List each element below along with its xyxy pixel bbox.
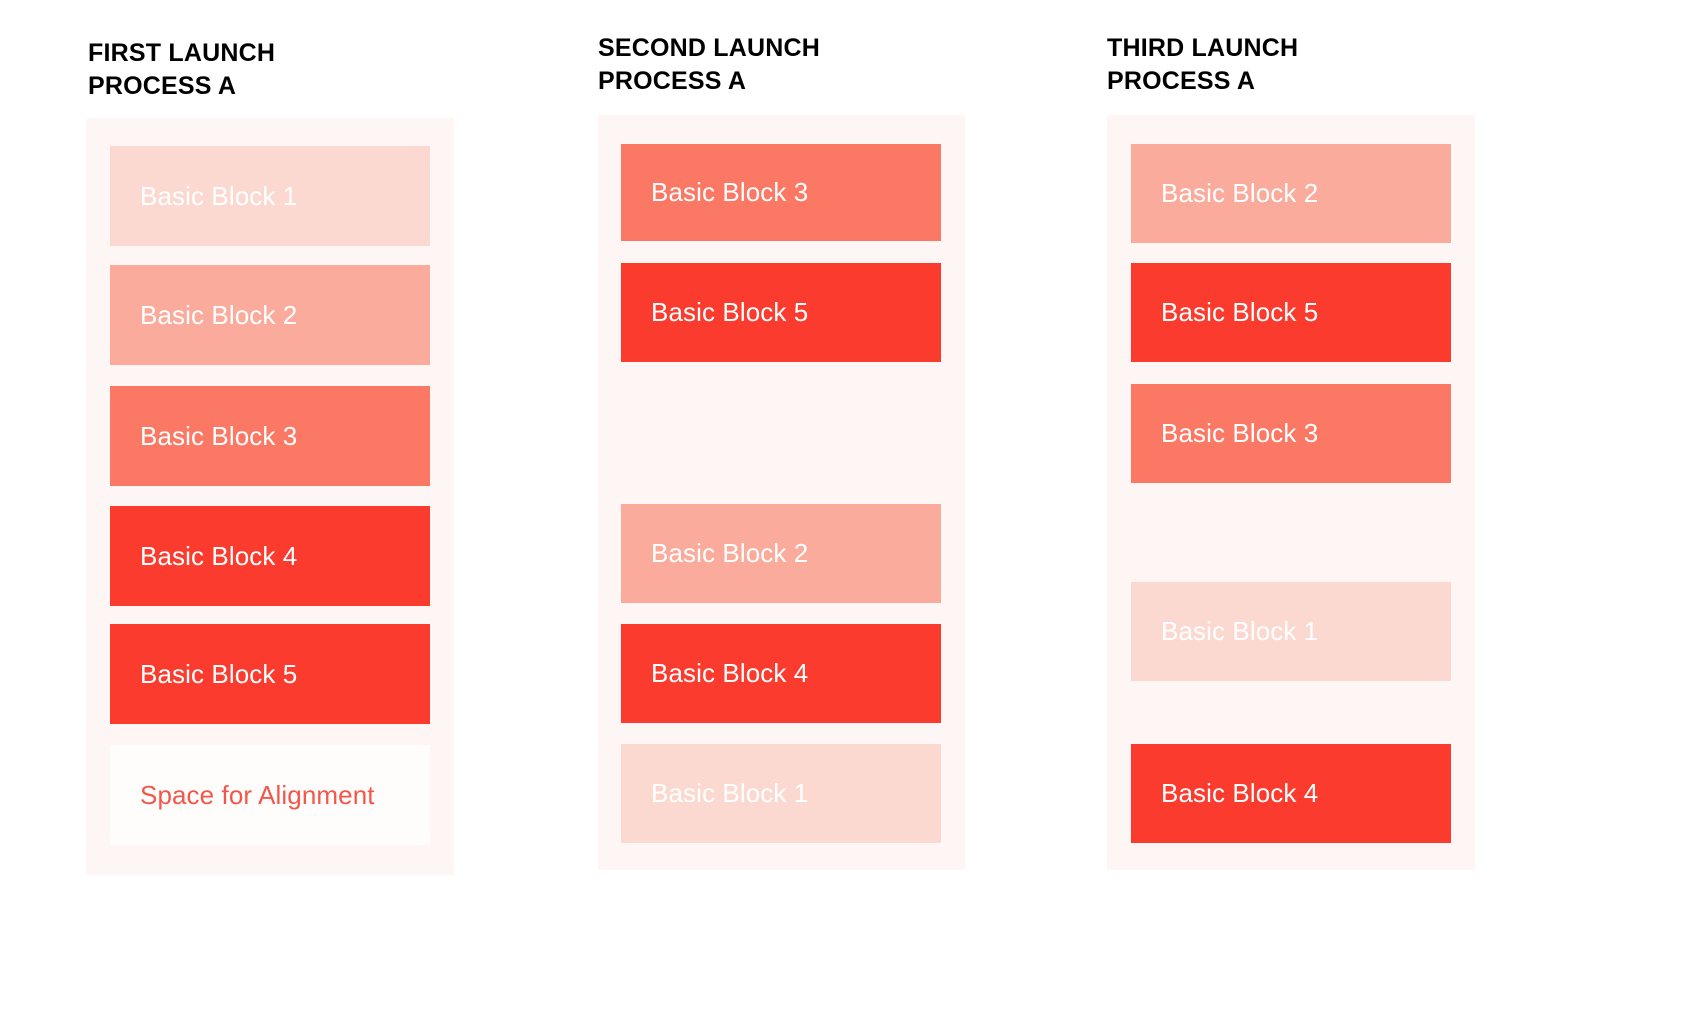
basic-block[interactable]: Basic Block 3 — [1131, 384, 1451, 483]
basic-block[interactable]: Basic Block 1 — [110, 146, 430, 246]
basic-block[interactable]: Basic Block 1 — [1131, 582, 1451, 681]
basic-block[interactable]: Basic Block 2 — [1131, 144, 1451, 243]
basic-block[interactable]: Basic Block 5 — [110, 624, 430, 724]
basic-block[interactable]: Basic Block 5 — [621, 263, 941, 362]
basic-block[interactable]: Basic Block 3 — [110, 386, 430, 486]
process-launch-diagram: FIRST LAUNCH PROCESS A SECOND LAUNCH PRO… — [0, 0, 1688, 1016]
basic-block[interactable]: Basic Block 4 — [621, 624, 941, 723]
basic-block[interactable]: Basic Block 5 — [1131, 263, 1451, 362]
column-title-third-launch: THIRD LAUNCH PROCESS A — [1107, 34, 1299, 95]
basic-block[interactable]: Basic Block 2 — [110, 265, 430, 365]
alignment-spacer[interactable]: Space for Alignment — [110, 745, 430, 845]
basic-block[interactable]: Basic Block 3 — [621, 144, 941, 241]
column-title-second-launch: SECOND LAUNCH PROCESS A — [598, 34, 821, 95]
basic-block[interactable]: Basic Block 1 — [621, 744, 941, 843]
column-title-first-launch: FIRST LAUNCH PROCESS A — [88, 39, 276, 100]
basic-block[interactable]: Basic Block 2 — [621, 504, 941, 603]
basic-block[interactable]: Basic Block 4 — [110, 506, 430, 606]
basic-block[interactable]: Basic Block 4 — [1131, 744, 1451, 843]
